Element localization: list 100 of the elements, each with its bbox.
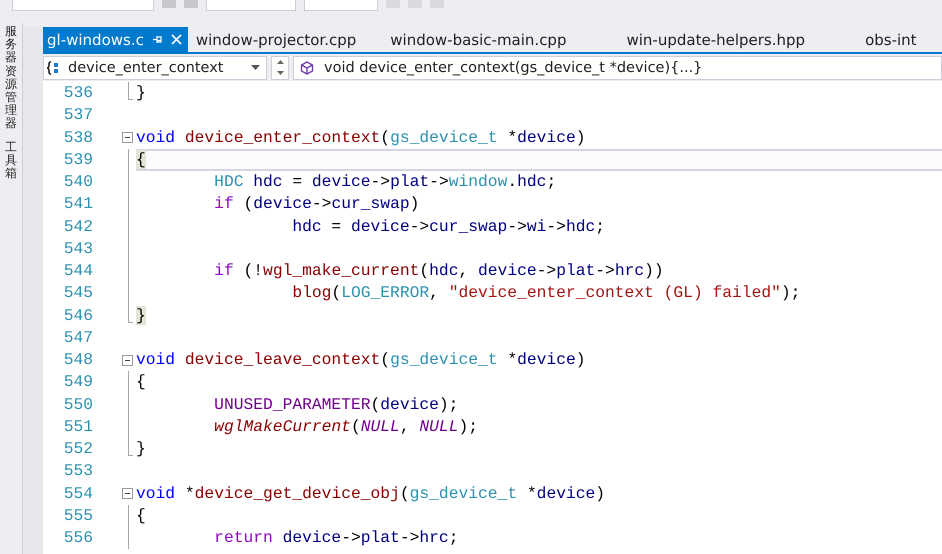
file-tab[interactable]: gl-windows.c <box>43 27 188 52</box>
macro-name: NULL <box>419 416 458 436</box>
line-number: 548 <box>62 349 93 371</box>
code-text: -> <box>312 194 332 214</box>
code-text: = <box>292 172 304 191</box>
code-text: * <box>184 484 195 502</box>
identifier: cur_swap <box>331 194 410 214</box>
type-name: gs_device_t <box>410 484 518 502</box>
cube-icon <box>300 60 314 74</box>
identifier: plat <box>390 172 430 191</box>
code-text: ( <box>370 394 380 414</box>
line-number: 556 <box>62 527 93 549</box>
identifier: cur_swap <box>429 216 508 236</box>
file-tab[interactable]: obs-int <box>861 27 925 52</box>
function-name: device_enter_context <box>184 128 380 146</box>
identifier: hrc <box>614 261 644 280</box>
keyword: return <box>214 528 273 547</box>
spin-buttons[interactable] <box>271 56 289 80</box>
identifier: plat <box>556 261 596 280</box>
string-literal: "device_enter_context (GL) failed" <box>448 283 781 302</box>
toolbar-icon[interactable] <box>184 0 198 8</box>
type-name: LOG_ERROR <box>341 283 430 302</box>
identifier: plat <box>360 528 400 547</box>
code-text: -> <box>595 261 615 280</box>
code-text: -> <box>429 172 449 191</box>
line-number: 544 <box>62 260 93 282</box>
code-text: . <box>507 172 518 191</box>
code-text: ) <box>595 484 606 502</box>
collapse-icon[interactable] <box>122 132 133 143</box>
code-text: } <box>136 439 146 458</box>
type-name: gs_device_t <box>390 128 498 146</box>
code-text: { <box>136 372 146 392</box>
identifier: hrc <box>419 528 449 547</box>
code-text: ; <box>448 528 458 547</box>
type-name: HDC <box>214 172 244 191</box>
line-number: 542 <box>62 216 93 238</box>
code-text: -> <box>341 528 361 547</box>
code-text: ); <box>780 283 800 302</box>
code-text: , <box>400 416 411 436</box>
code-text: = <box>331 216 342 236</box>
identifier: hdc <box>292 216 322 236</box>
pin-icon[interactable] <box>152 34 163 45</box>
collapse-icon[interactable] <box>122 488 133 499</box>
line-number: 546 <box>62 304 93 326</box>
down-arrow-icon <box>276 71 284 75</box>
function-name: device_get_device_obj <box>194 484 400 502</box>
macro-name: UNUSED_PARAMETER <box>214 394 370 414</box>
collapse-icon[interactable] <box>122 354 133 366</box>
keyword: if <box>214 194 234 214</box>
code-text: ); <box>458 416 478 436</box>
toolbar-dropdown[interactable] <box>304 0 378 11</box>
toolbar-dropdown[interactable] <box>12 0 154 11</box>
line-number: 536 <box>62 82 93 104</box>
identifier: hdc <box>566 216 596 236</box>
code-text: ( <box>244 194 254 214</box>
line-number: 539 <box>62 148 93 171</box>
identifier: device <box>478 261 537 280</box>
file-tab[interactable]: win-update-helpers.hpp <box>622 27 814 52</box>
file-tab[interactable]: window-projector.cpp <box>192 27 364 52</box>
code-text: ) <box>576 128 586 146</box>
identifier: device <box>312 172 371 191</box>
side-panel-tab[interactable]: 服务器资源管理器 <box>5 25 17 130</box>
side-panel-tab[interactable]: 工具箱 <box>5 140 17 180</box>
line-number: 540 <box>62 171 93 193</box>
code-text: } <box>136 83 146 102</box>
line-number: 552 <box>62 438 93 460</box>
code-text: , <box>429 283 440 302</box>
code-text: ) <box>410 194 420 214</box>
identifier: device <box>282 528 342 547</box>
code-text: -> <box>546 216 566 236</box>
code-text: (! <box>244 261 264 280</box>
code-text: * <box>507 128 518 146</box>
macro-name: NULL <box>360 416 400 436</box>
line-number: 547 <box>62 326 93 349</box>
member-dropdown[interactable]: void device_enter_context(gs_device_t *device){...} <box>293 56 942 80</box>
close-icon[interactable] <box>170 34 182 45</box>
file-tab[interactable]: window-basic-main.cpp <box>386 27 574 52</box>
up-arrow-icon <box>276 60 284 64</box>
line-number: 543 <box>62 238 93 260</box>
line-number: 555 <box>62 504 93 527</box>
identifier: device <box>536 484 596 502</box>
code-text: ( <box>350 416 361 436</box>
line-number: 549 <box>62 371 93 394</box>
keyword: void <box>136 350 176 369</box>
code-text: ); <box>438 394 458 414</box>
identifier: hdc <box>429 261 458 280</box>
type-name: window <box>448 172 508 191</box>
code-text: )) <box>644 261 664 280</box>
code-text: { <box>136 506 146 525</box>
scope-dropdown[interactable]: device_enter_context <box>43 56 267 80</box>
keyword: void <box>136 484 176 502</box>
toolbar-dropdown[interactable] <box>206 0 296 11</box>
toolbar-icon[interactable] <box>162 0 176 8</box>
code-text: ( <box>331 283 342 302</box>
function-name: wglMakeCurrent <box>214 416 351 436</box>
code-text: ; <box>595 216 606 236</box>
matched-brace: { <box>136 150 146 169</box>
line-number: 538 <box>62 126 93 148</box>
code-text: * <box>526 484 537 502</box>
function-name: wgl_make_current <box>263 261 420 280</box>
